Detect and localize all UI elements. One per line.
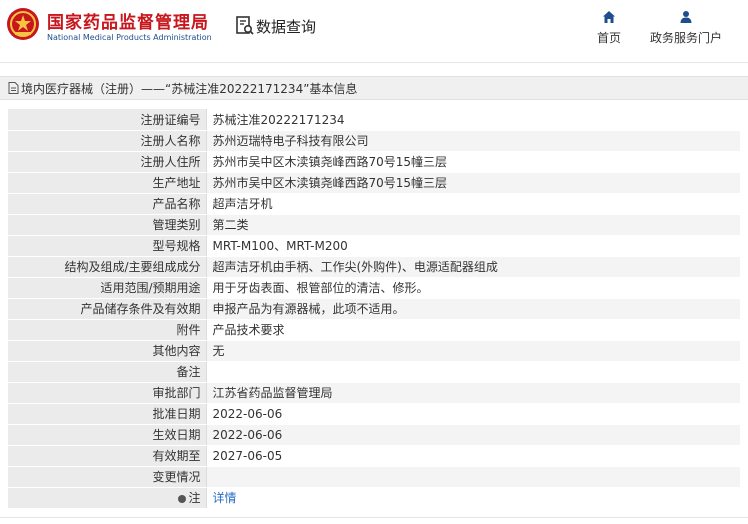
table-row: 注册人住所 苏州市吴中区木渎镇尧峰西路70号15幢三层 xyxy=(8,151,740,173)
field-label: 注册人住所 xyxy=(8,151,207,173)
field-value: 无 xyxy=(206,340,740,362)
field-label: 注册证编号 xyxy=(8,109,207,131)
table-row: 注册人名称 苏州迈瑞特电子科技有限公司 xyxy=(8,130,740,152)
home-icon xyxy=(603,11,615,23)
table-row-note: 注 详情 xyxy=(8,487,740,509)
field-label: 有效期至 xyxy=(8,445,207,467)
note-label-cell: 注 xyxy=(8,487,207,509)
field-value: 第二类 xyxy=(206,214,740,236)
table-row: 生产地址 苏州市吴中区木渎镇尧峰西路70号15幢三层 xyxy=(8,172,740,194)
table-row: 审批部门 江苏省药品监督管理局 xyxy=(8,382,740,404)
table-row: 变更情况 xyxy=(8,466,740,488)
field-value: 2022-06-06 xyxy=(206,403,740,425)
note-label: 注 xyxy=(188,491,201,505)
site-header: 国家药品监督管理局 National Medical Products Admi… xyxy=(0,0,748,60)
table-row: 管理类别 第二类 xyxy=(8,214,740,236)
user-icon xyxy=(680,11,692,23)
field-value: 苏州市吴中区木渎镇尧峰西路70号15幢三层 xyxy=(206,151,740,173)
document-icon xyxy=(8,82,19,94)
table-row: 其他内容无 xyxy=(8,340,740,362)
field-label: 备注 xyxy=(8,361,207,383)
field-label: 变更情况 xyxy=(8,466,207,488)
table-row: 适用范围/预期用途 用于牙齿表面、根管部位的清洁、修形。 xyxy=(8,277,740,299)
field-label: 附件 xyxy=(8,319,207,341)
field-label: 审批部门 xyxy=(8,382,207,404)
field-value xyxy=(206,361,740,383)
table-row: 生效日期 2022-06-06 xyxy=(8,424,740,446)
table-row: 备注 xyxy=(8,361,740,383)
table-row: 产品名称 超声洁牙机 xyxy=(8,193,740,215)
field-value: 超声洁牙机由手柄、工作尖(外购件)、电源适配器组成 xyxy=(206,256,740,278)
table-row: 注册证编号 苏械注准20222171234 xyxy=(8,109,740,131)
field-label: 批准日期 xyxy=(8,403,207,425)
field-value: 2022-06-06 xyxy=(206,424,740,446)
field-label: 结构及组成/主要组成成分 xyxy=(8,256,207,278)
field-value: 超声洁牙机 xyxy=(206,193,740,215)
field-label: 产品储存条件及有效期 xyxy=(8,298,207,320)
field-label: 型号规格 xyxy=(8,235,207,257)
field-value: 产品技术要求 xyxy=(206,319,740,341)
data-query-label: 数据查询 xyxy=(256,17,317,36)
record-title: 境内医疗器械（注册）——“苏械注准20222171234”基本信息 xyxy=(21,81,358,96)
field-value: 江苏省药品监督管理局 xyxy=(206,382,740,404)
footer-divider xyxy=(0,517,748,518)
field-value xyxy=(206,466,740,488)
note-dot-icon xyxy=(178,495,187,503)
table-row: 有效期至 2027-06-05 xyxy=(8,445,740,467)
nav-home-label: 首页 xyxy=(597,31,622,45)
brand-name-cn: 国家药品监督管理局 xyxy=(47,13,209,33)
table-row: 型号规格 MRT-M100、MRT-M200 xyxy=(8,235,740,257)
document-search-icon xyxy=(236,16,254,35)
field-value: 苏械注准20222171234 xyxy=(206,109,740,131)
field-label: 其他内容 xyxy=(8,340,207,362)
table-row: 附件 产品技术要求 xyxy=(8,319,740,341)
field-label: 注册人名称 xyxy=(8,130,207,152)
nav-service-label: 政务服务门户 xyxy=(650,31,723,45)
field-label: 生产地址 xyxy=(8,172,207,194)
national-emblem-icon xyxy=(7,8,39,40)
nav-home[interactable]: 首页 xyxy=(597,10,621,46)
brand-name-en: National Medical Products Administration xyxy=(47,33,212,42)
field-value: 用于牙齿表面、根管部位的清洁、修形。 xyxy=(206,277,740,299)
record-title-bar: 境内医疗器械（注册）——“苏械注准20222171234”基本信息 xyxy=(0,76,748,100)
field-label: 适用范围/预期用途 xyxy=(8,277,207,299)
details-link[interactable]: 详情 xyxy=(213,491,237,505)
field-label: 产品名称 xyxy=(8,193,207,215)
field-value: MRT-M100、MRT-M200 xyxy=(206,235,740,257)
data-query-link[interactable]: 数据查询 xyxy=(236,14,316,38)
note-value-cell: 详情 xyxy=(206,487,740,509)
registration-info-table: 注册证编号 苏械注准20222171234 注册人名称 苏州迈瑞特电子科技有限公司 … xyxy=(8,109,740,509)
field-label: 生效日期 xyxy=(8,424,207,446)
field-value: 2027-06-05 xyxy=(206,445,740,467)
field-label: 管理类别 xyxy=(8,214,207,236)
field-value: 申报产品为有源器械，此项不适用。 xyxy=(206,298,740,320)
field-value: 苏州迈瑞特电子科技有限公司 xyxy=(206,130,740,152)
field-value: 苏州市吴中区木渎镇尧峰西路70号15幢三层 xyxy=(206,172,740,194)
table-row: 批准日期 2022-06-06 xyxy=(8,403,740,425)
nav-service-portal[interactable]: 政务服务门户 xyxy=(650,10,722,46)
header-divider xyxy=(0,62,748,63)
table-row: 产品储存条件及有效期 申报产品为有源器械，此项不适用。 xyxy=(8,298,740,320)
table-row: 结构及组成/主要组成成分 超声洁牙机由手柄、工作尖(外购件)、电源适配器组成 xyxy=(8,256,740,278)
